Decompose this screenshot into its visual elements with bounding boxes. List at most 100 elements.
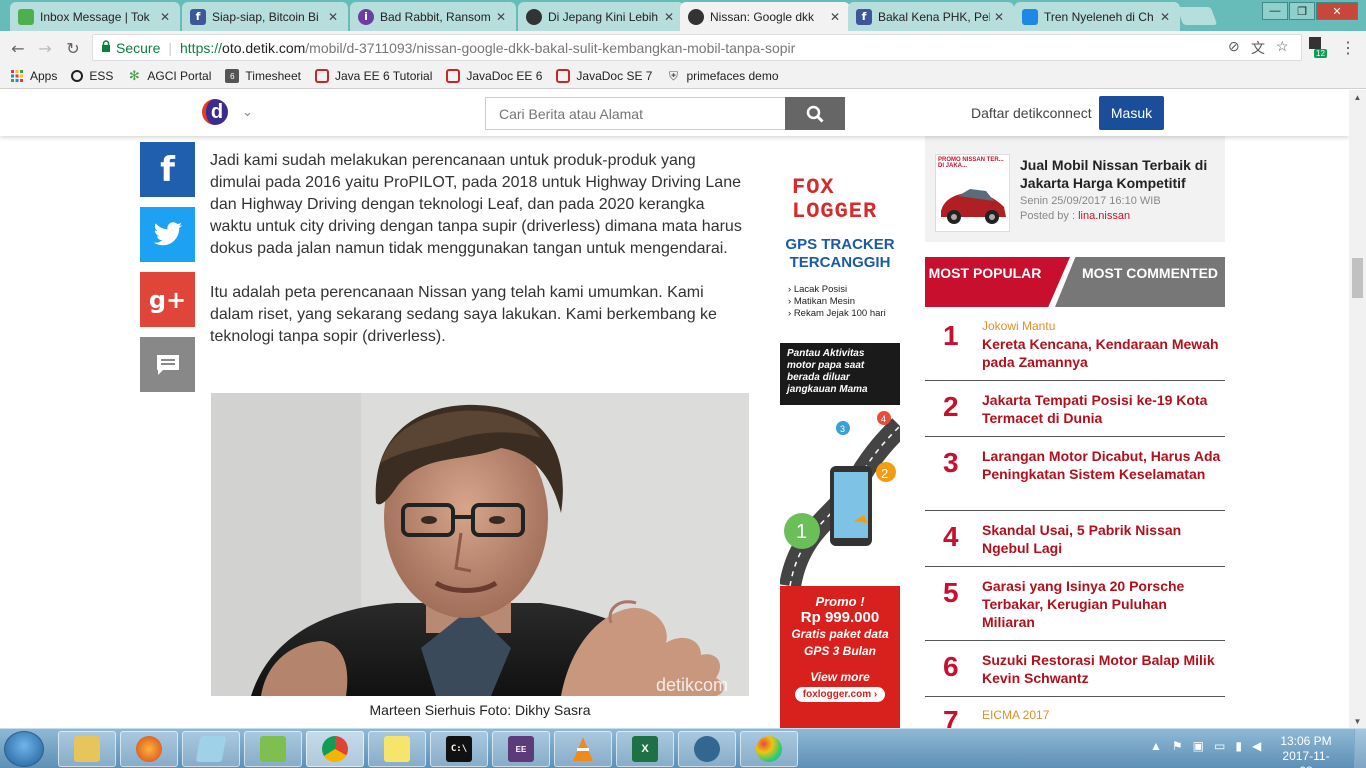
item-headline[interactable]: Larangan Motor Dicabut, Harus Ada Pening… xyxy=(982,447,1222,483)
secure-label: Secure xyxy=(116,39,161,56)
browser-tab[interactable]: Inbox Message | Tok ✕ xyxy=(10,2,180,31)
ad-promo[interactable]: Promo ! Rp 999.000 Gratis paket data GPS… xyxy=(780,586,900,728)
item-headline[interactable]: Skandal Usai, 5 Pabrik Nissan Ngebul Lag… xyxy=(982,521,1222,557)
tray-expand-icon[interactable]: ▲ xyxy=(1150,739,1162,753)
taskbar-notes[interactable] xyxy=(182,731,240,767)
sponsored-article[interactable]: PROMO NISSAN TER... DI JAKA... Jual Mobi… xyxy=(925,136,1225,242)
taskbar-chrome[interactable] xyxy=(306,731,364,767)
register-link[interactable]: Daftar detikconnect xyxy=(971,105,1092,121)
close-icon[interactable]: ✕ xyxy=(664,10,676,24)
close-icon[interactable]: ✕ xyxy=(160,10,172,24)
address-bar[interactable]: Secure | https:// oto.detik.com /mobil/d… xyxy=(92,34,1302,61)
share-facebook-button[interactable]: f xyxy=(140,142,195,197)
action-center-icon[interactable]: ⚑ xyxy=(1172,739,1183,753)
show-desktop-button[interactable] xyxy=(1354,729,1366,768)
taskbar-explorer[interactable] xyxy=(58,731,116,767)
ad-site-link[interactable]: foxlogger.com › xyxy=(794,687,886,702)
posted-by[interactable]: lina.nissan xyxy=(1078,210,1130,222)
chevron-down-icon[interactable]: ⌄ xyxy=(242,104,253,120)
forward-arrow-icon[interactable]: → xyxy=(35,38,55,58)
item-headline[interactable]: Jakarta Tempati Posisi ke-19 Kota Termac… xyxy=(982,391,1222,427)
scroll-up-arrow-icon[interactable]: ▲ xyxy=(1349,90,1366,104)
reload-icon[interactable]: ↻ xyxy=(63,38,83,58)
popular-list-item[interactable]: 3 Larangan Motor Dicabut, Harus Ada Peni… xyxy=(925,437,1225,511)
device-icon[interactable]: ▣ xyxy=(1193,739,1204,753)
taskbar-vlc[interactable] xyxy=(554,731,612,767)
sponsored-thumbnail[interactable]: PROMO NISSAN TER... DI JAKA... xyxy=(935,154,1010,232)
window-close-button[interactable]: ✕ xyxy=(1316,2,1358,20)
taskbar-java-ide[interactable]: EE xyxy=(492,731,550,767)
detik-logo[interactable]: d xyxy=(202,99,228,125)
taskbar-excel[interactable]: X xyxy=(616,731,674,767)
bookmark-timesheet[interactable]: 6 Timesheet xyxy=(225,69,301,83)
start-button[interactable] xyxy=(4,731,44,767)
bookmark-ess[interactable]: ESS xyxy=(71,69,113,83)
share-google-plus-button[interactable]: g+ xyxy=(140,272,195,327)
close-icon[interactable]: ✕ xyxy=(994,10,1006,24)
close-icon[interactable]: ✕ xyxy=(1160,10,1172,24)
popular-list-item[interactable]: 1 Jokowi Mantu Kereta Kencana, Kendaraan… xyxy=(925,315,1225,381)
popular-list-item[interactable]: 2 Jakarta Tempati Posisi ke-19 Kota Term… xyxy=(925,381,1225,437)
scroll-down-arrow-icon[interactable]: ▼ xyxy=(1349,714,1366,728)
monitor-icon[interactable]: ▭ xyxy=(1214,739,1225,753)
taskbar-notepadpp[interactable] xyxy=(244,731,302,767)
taskbar-sticky-notes[interactable] xyxy=(368,731,426,767)
close-icon[interactable]: ✕ xyxy=(496,10,508,24)
new-tab-button[interactable] xyxy=(1176,7,1218,25)
browser-tab-active[interactable]: Nissan: Google dkk ✕ xyxy=(680,2,850,31)
browser-tab[interactable]: i Bad Rabbit, Ransom ✕ xyxy=(350,2,516,31)
item-category[interactable]: Jokowi Mantu xyxy=(982,319,1055,333)
scrollbar-thumb[interactable] xyxy=(1352,258,1363,298)
cookie-blocked-icon[interactable]: ⊘ xyxy=(1228,38,1240,55)
bookmark-star-icon[interactable]: ☆ xyxy=(1276,38,1289,55)
taskbar-postgres[interactable] xyxy=(678,731,736,767)
menu-kebab-icon[interactable]: ⋮ xyxy=(1340,38,1356,58)
sponsored-title[interactable]: Jual Mobil Nissan Terbaik di Jakarta Har… xyxy=(1020,156,1220,192)
search-input[interactable] xyxy=(485,97,785,130)
item-category[interactable]: EICMA 2017 xyxy=(982,708,1049,722)
close-icon[interactable]: ✕ xyxy=(830,10,842,24)
search-button[interactable] xyxy=(785,97,845,130)
maximize-button[interactable]: ❐ xyxy=(1289,2,1315,20)
info-favicon-icon: i xyxy=(358,8,374,25)
ad-view-more[interactable]: View more xyxy=(780,670,900,684)
popular-list-item[interactable]: 4 Skandal Usai, 5 Pabrik Nissan Ngebul L… xyxy=(925,511,1225,567)
item-headline[interactable]: Garasi yang Isinya 20 Porsche Terbakar, … xyxy=(982,577,1222,631)
clock-date: 2017-11-08 xyxy=(1282,749,1330,768)
bookmark-javadoc-se-7[interactable]: JavaDoc SE 7 xyxy=(556,69,652,83)
browser-tab[interactable]: f Siap-siap, Bitcoin Bi ✕ xyxy=(182,2,348,31)
rank-number: 7 xyxy=(943,705,959,728)
close-icon[interactable]: ✕ xyxy=(328,10,340,24)
login-button[interactable]: Masuk xyxy=(1099,96,1164,130)
item-headline[interactable]: Suzuki Restorasi Motor Balap Milik Kevin… xyxy=(982,651,1222,687)
translate-icon[interactable]: 文 xyxy=(1251,38,1265,58)
taskbar-clock[interactable]: 13:06 PM 2017-11-08 xyxy=(1276,734,1336,768)
item-headline[interactable]: Kereta Kencana, Kendaraan Mewah pada Zam… xyxy=(982,335,1222,371)
bookmark-label: Timesheet xyxy=(245,69,301,83)
minimize-button[interactable]: — xyxy=(1262,2,1288,20)
taskbar-paint[interactable] xyxy=(740,731,798,767)
bookmark-apps[interactable]: Apps xyxy=(10,69,57,83)
popular-list-item[interactable]: 7 EICMA 2017 xyxy=(925,697,1225,728)
browser-tab[interactable]: Di Jepang Kini Lebih ✕ xyxy=(518,2,684,31)
foxlogger-ad-banner[interactable]: FOX LOGGER GPS TRACKER TERCANGGIH › Laca… xyxy=(780,136,900,728)
taskbar-firefox[interactable] xyxy=(120,731,178,767)
comment-button[interactable] xyxy=(140,337,195,392)
share-twitter-button[interactable] xyxy=(140,207,195,262)
bookmark-javadoc-ee-6[interactable]: JavaDoc EE 6 xyxy=(446,69,542,83)
volume-icon[interactable]: ◀ xyxy=(1252,739,1261,753)
bookmark-agci-portal[interactable]: ✻ AGCI Portal xyxy=(127,68,211,83)
browser-tab[interactable]: f Bakal Kena PHK, Pel ✕ xyxy=(848,2,1014,31)
tab-most-commented[interactable]: MOST COMMENTED xyxy=(1055,257,1225,307)
taskbar-cmd[interactable]: C:\ xyxy=(430,731,488,767)
popular-list-item[interactable]: 6 Suzuki Restorasi Motor Balap Milik Kev… xyxy=(925,641,1225,697)
browser-tab[interactable]: Tren Nyeleneh di Ch ✕ xyxy=(1014,2,1180,31)
bookmark-primefaces-demo[interactable]: ⛨ primefaces demo xyxy=(666,69,779,84)
tab-most-popular[interactable]: MOST POPULAR xyxy=(925,257,1070,307)
back-arrow-icon[interactable]: ← xyxy=(8,38,28,58)
popular-list-item[interactable]: 5 Garasi yang Isinya 20 Porsche Terbakar… xyxy=(925,567,1225,641)
sticky-notes-icon xyxy=(384,736,410,762)
page-scrollbar[interactable]: ▲ ▼ xyxy=(1349,90,1366,728)
network-icon[interactable]: ▮ xyxy=(1235,739,1242,753)
bookmark-java-ee-6-tutorial[interactable]: Java EE 6 Tutorial xyxy=(314,69,432,83)
